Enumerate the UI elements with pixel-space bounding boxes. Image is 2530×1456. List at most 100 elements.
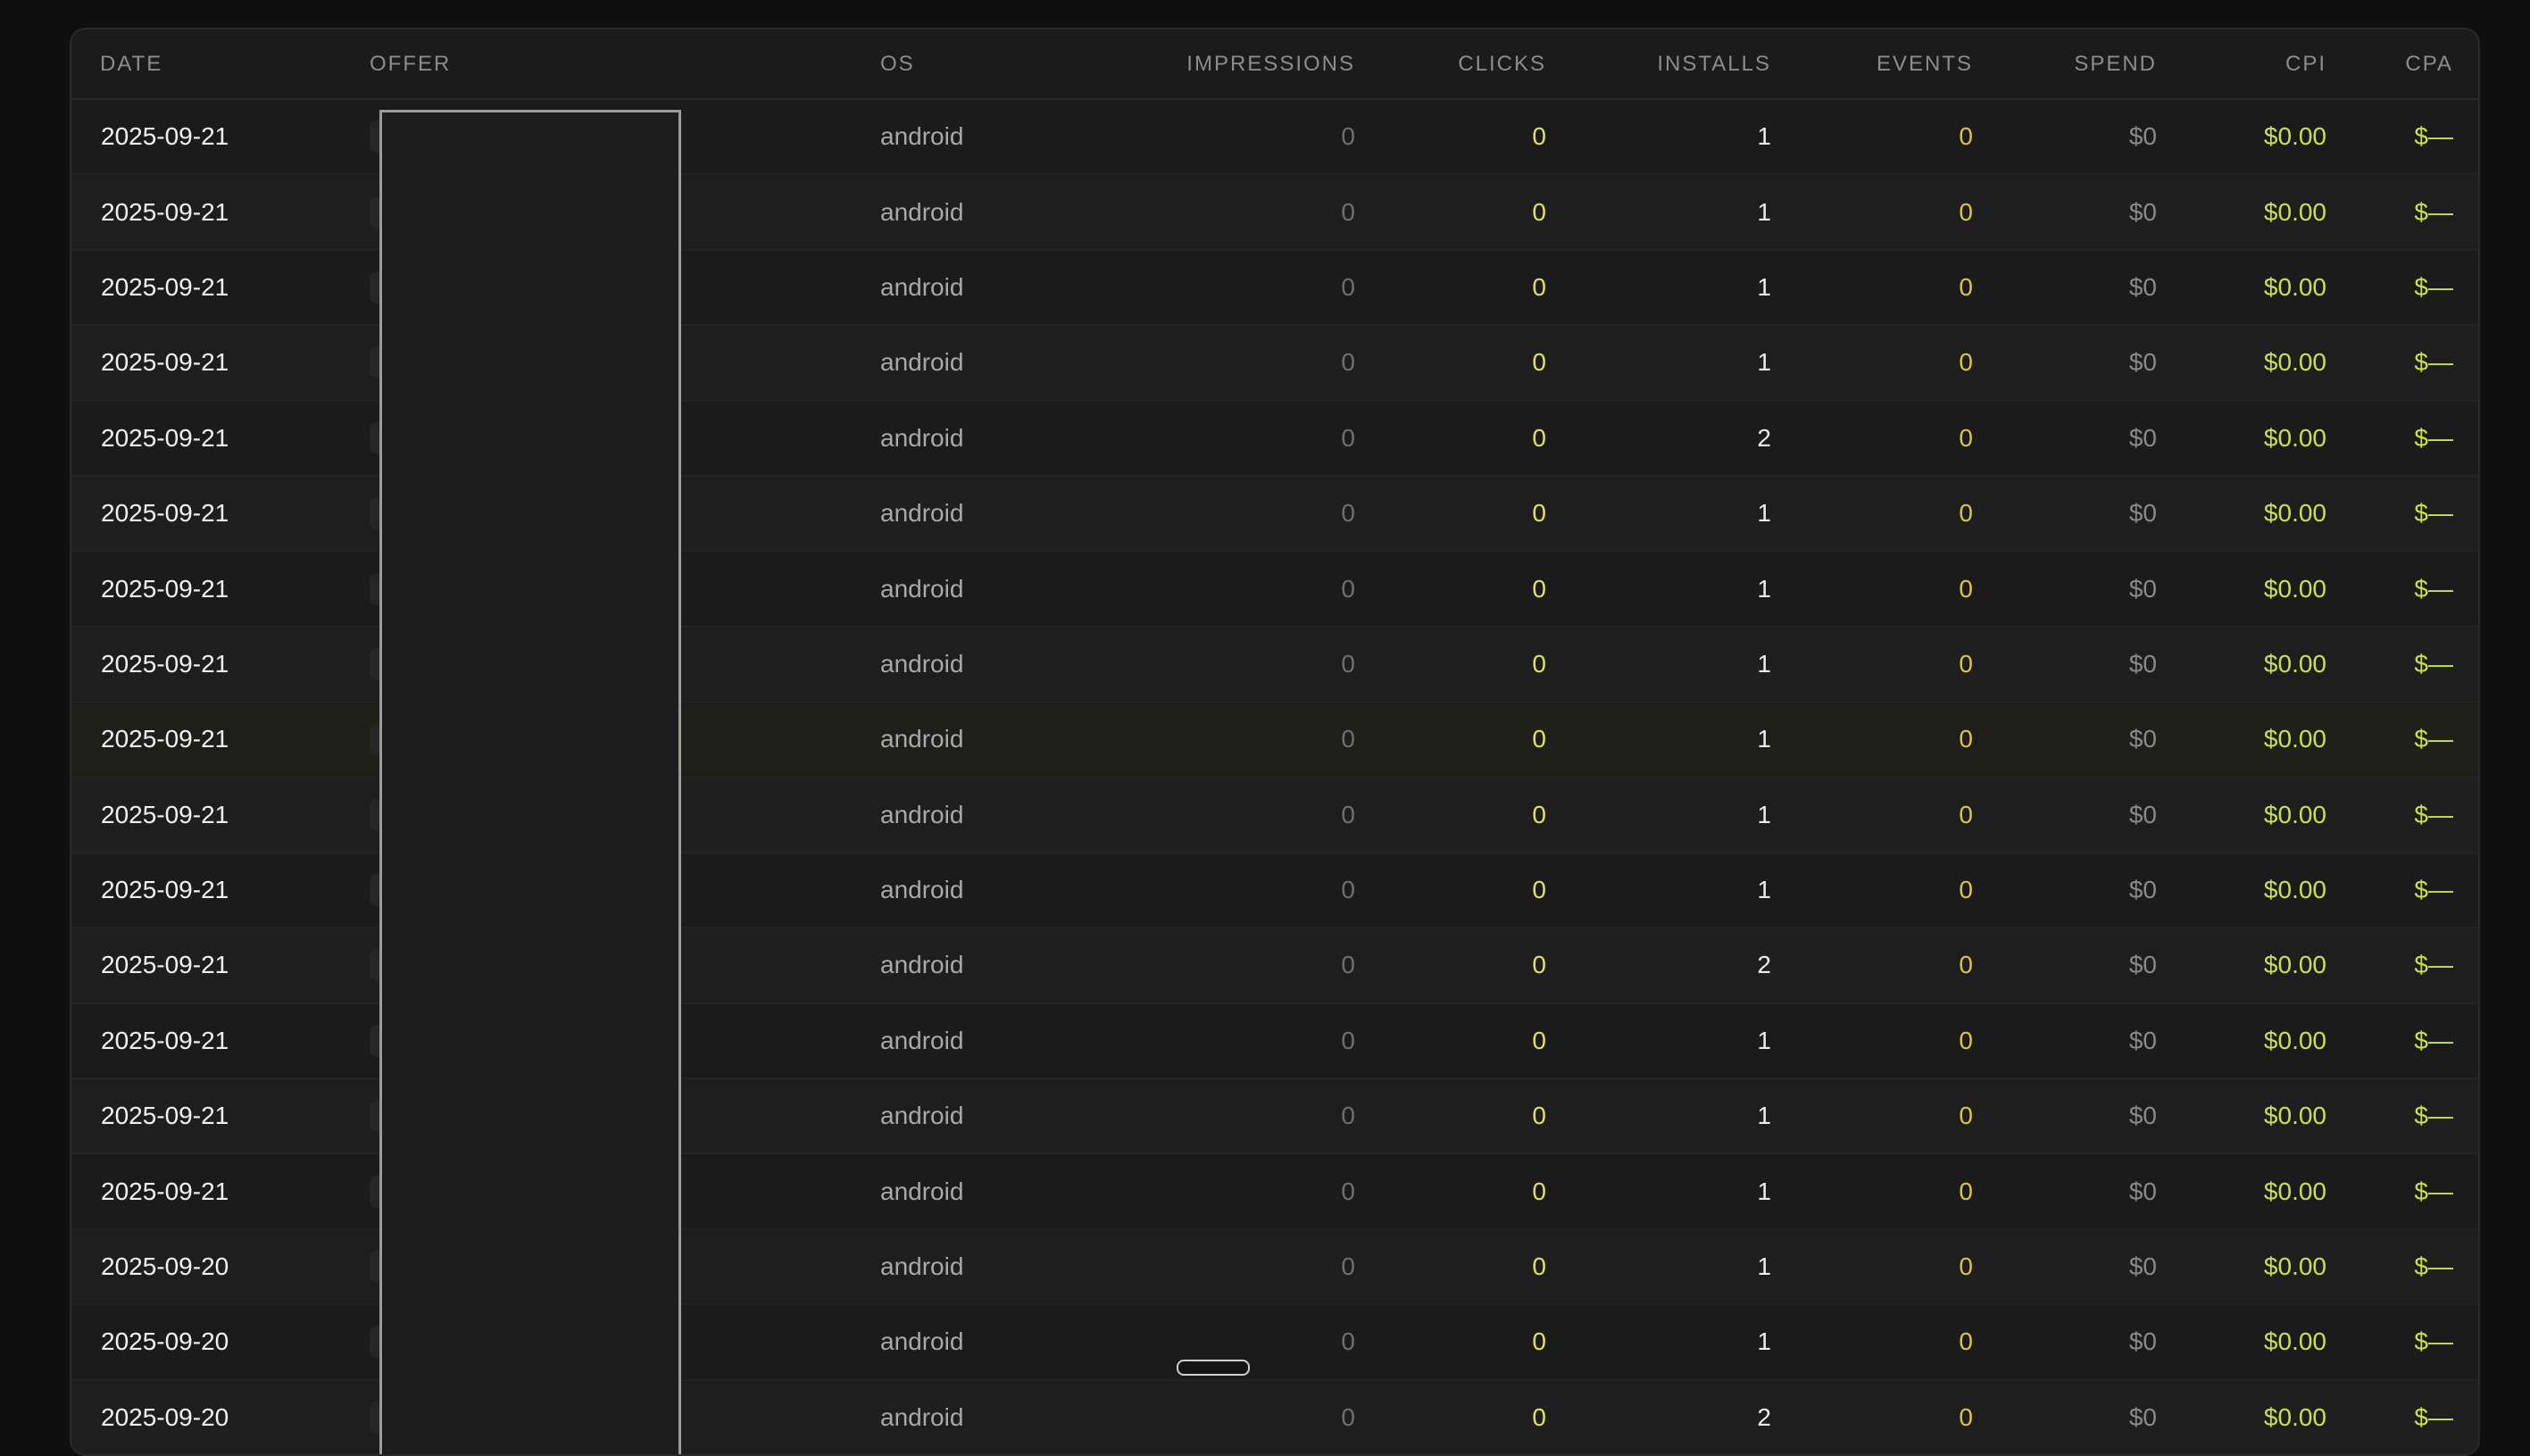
cell-cpa: $— <box>2414 1402 2453 1431</box>
cell-installs: 1 <box>1757 574 1771 603</box>
cell-os: android <box>880 951 964 979</box>
column-header-installs[interactable]: INSTALLS <box>1575 29 1800 99</box>
cell-events: 0 <box>1959 122 1973 151</box>
cell-events: 0 <box>1959 1402 1973 1431</box>
cell-cpa: $— <box>2414 1327 2453 1356</box>
cell-clicks: 0 <box>1532 800 1546 828</box>
cell-impressions: 0 <box>1341 1252 1355 1281</box>
report-table-panel: DATE OFFER OS IMPRESSIONS CLICKS INSTALL… <box>70 28 2480 1456</box>
cell-clicks: 0 <box>1532 272 1546 301</box>
column-header-offer[interactable]: OFFER <box>341 29 852 99</box>
cell-impressions: 0 <box>1341 1102 1355 1130</box>
cell-impressions: 0 <box>1341 122 1355 151</box>
cell-cpa: $— <box>2414 499 2453 528</box>
cell-spend: $0 <box>2128 348 2157 377</box>
cell-cpi: $0.00 <box>2263 1177 2326 1205</box>
cell-cpa: $— <box>2414 1102 2453 1130</box>
cell-date: 2025-09-21 <box>101 649 229 678</box>
column-header-date[interactable]: DATE <box>71 29 341 99</box>
cell-installs: 1 <box>1757 348 1771 377</box>
column-header-clicks[interactable]: CLICKS <box>1384 29 1575 99</box>
cell-impressions: 0 <box>1341 1026 1355 1054</box>
cell-date: 2025-09-21 <box>101 348 229 377</box>
cell-spend: $0 <box>2128 272 2157 301</box>
horizontal-scroll-handle[interactable] <box>1177 1360 1250 1376</box>
cell-installs: 1 <box>1757 1102 1771 1130</box>
cell-cpa: $— <box>2414 1026 2453 1054</box>
cell-cpi: $0.00 <box>2263 800 2326 828</box>
cell-clicks: 0 <box>1532 423 1546 452</box>
cell-os: android <box>880 649 964 678</box>
cell-date: 2025-09-21 <box>101 1177 229 1205</box>
cell-spend: $0 <box>2128 423 2157 452</box>
cell-os: android <box>880 1026 964 1054</box>
table-header-row: DATE OFFER OS IMPRESSIONS CLICKS INSTALL… <box>71 29 2478 99</box>
cell-date: 2025-09-21 <box>101 122 229 151</box>
cell-impressions: 0 <box>1341 348 1355 377</box>
cell-events: 0 <box>1959 1102 1973 1130</box>
column-header-impressions[interactable]: IMPRESSIONS <box>1057 29 1384 99</box>
cell-os: android <box>880 1177 964 1205</box>
column-header-spend[interactable]: SPEND <box>2002 29 2185 99</box>
cell-os: android <box>880 800 964 828</box>
cell-os: android <box>880 197 964 226</box>
cell-installs: 1 <box>1757 1327 1771 1356</box>
cell-impressions: 0 <box>1341 272 1355 301</box>
cell-date: 2025-09-21 <box>101 499 229 528</box>
column-header-events[interactable]: EVENTS <box>1800 29 2002 99</box>
cell-clicks: 0 <box>1532 1102 1546 1130</box>
cell-events: 0 <box>1959 649 1973 678</box>
cell-installs: 1 <box>1757 800 1771 828</box>
cell-impressions: 0 <box>1341 1177 1355 1205</box>
cell-cpi: $0.00 <box>2263 649 2326 678</box>
cell-cpi: $0.00 <box>2263 876 2326 904</box>
cell-cpa: $— <box>2414 951 2453 979</box>
cell-installs: 1 <box>1757 272 1771 301</box>
cell-date: 2025-09-20 <box>101 1252 229 1281</box>
column-header-cpi[interactable]: CPI <box>2185 29 2355 99</box>
cell-impressions: 0 <box>1341 197 1355 226</box>
cell-impressions: 0 <box>1341 499 1355 528</box>
cell-clicks: 0 <box>1532 951 1546 979</box>
cell-impressions: 0 <box>1341 1402 1355 1431</box>
cell-spend: $0 <box>2128 499 2157 528</box>
cell-installs: 1 <box>1757 122 1771 151</box>
cell-events: 0 <box>1959 1026 1973 1054</box>
cell-date: 2025-09-21 <box>101 876 229 904</box>
cell-date: 2025-09-21 <box>101 1026 229 1054</box>
cell-impressions: 0 <box>1341 574 1355 603</box>
cell-installs: 2 <box>1757 1402 1771 1431</box>
cell-cpa: $— <box>2414 876 2453 904</box>
cell-cpi: $0.00 <box>2263 725 2326 753</box>
cell-date: 2025-09-21 <box>101 574 229 603</box>
cell-os: android <box>880 725 964 753</box>
column-header-cpa[interactable]: CPA <box>2355 29 2478 99</box>
cell-date: 2025-09-21 <box>101 1102 229 1130</box>
cell-spend: $0 <box>2128 122 2157 151</box>
cell-spend: $0 <box>2128 1102 2157 1130</box>
cell-installs: 1 <box>1757 725 1771 753</box>
cell-clicks: 0 <box>1532 649 1546 678</box>
cell-date: 2025-09-20 <box>101 1402 229 1431</box>
cell-os: android <box>880 1252 964 1281</box>
cell-date: 2025-09-21 <box>101 800 229 828</box>
cell-spend: $0 <box>2128 1252 2157 1281</box>
cell-impressions: 0 <box>1341 876 1355 904</box>
cell-cpa: $— <box>2414 1177 2453 1205</box>
cell-os: android <box>880 499 964 528</box>
cell-cpi: $0.00 <box>2263 1252 2326 1281</box>
cell-installs: 2 <box>1757 951 1771 979</box>
cell-clicks: 0 <box>1532 876 1546 904</box>
cell-cpi: $0.00 <box>2263 348 2326 377</box>
cell-events: 0 <box>1959 876 1973 904</box>
column-header-os[interactable]: OS <box>852 29 1057 99</box>
cell-cpa: $— <box>2414 574 2453 603</box>
cell-clicks: 0 <box>1532 1327 1546 1356</box>
cell-events: 0 <box>1959 348 1973 377</box>
cell-events: 0 <box>1959 423 1973 452</box>
cell-spend: $0 <box>2128 1026 2157 1054</box>
cell-cpa: $— <box>2414 649 2453 678</box>
cell-spend: $0 <box>2128 574 2157 603</box>
cell-events: 0 <box>1959 272 1973 301</box>
cell-cpa: $— <box>2414 800 2453 828</box>
